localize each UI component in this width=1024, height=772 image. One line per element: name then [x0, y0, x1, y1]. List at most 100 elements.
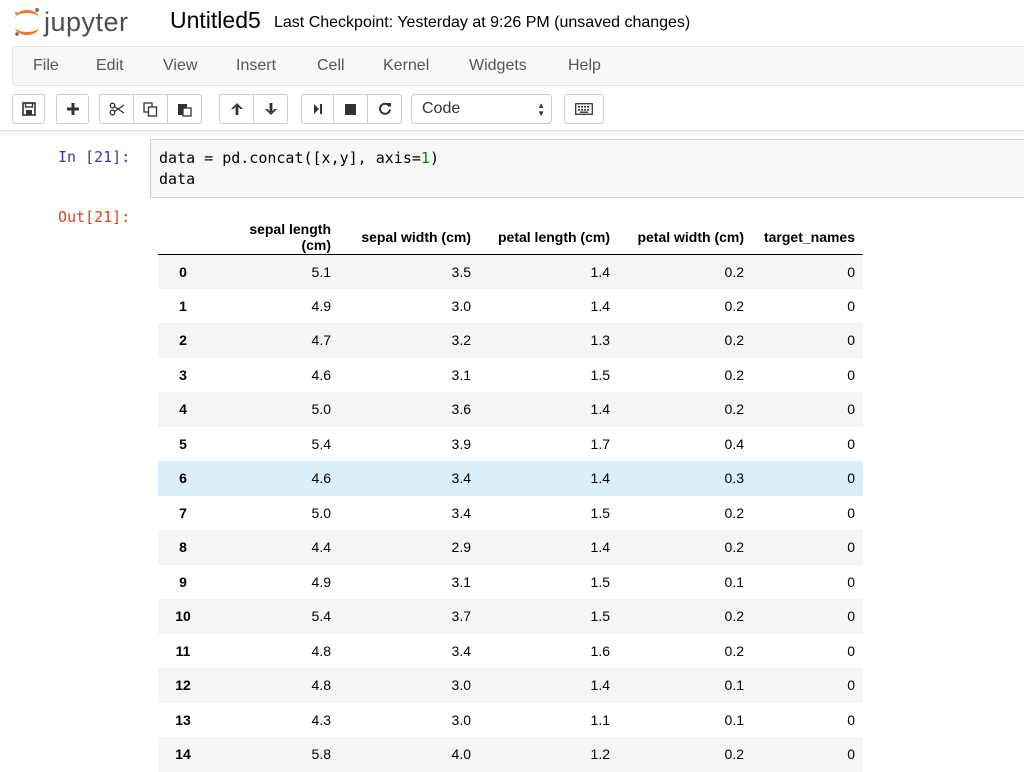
- table-cell: 3.7: [451, 608, 471, 625]
- table-cell: 0.2: [724, 263, 744, 280]
- table-row: 4 5.0 3.6 1.4 0.2 0: [158, 392, 863, 427]
- scissors-icon: [109, 102, 124, 116]
- code-line-2: data: [159, 170, 196, 188]
- table-cell: 1.5: [590, 504, 610, 521]
- logo-text: jupyter: [44, 6, 129, 37]
- save-button[interactable]: [12, 94, 45, 124]
- table-cell: 3.1: [451, 366, 471, 383]
- table-cell: 5.4: [311, 608, 331, 625]
- table-cell: 3.4: [451, 642, 471, 659]
- table-cell: 4.9: [311, 297, 331, 314]
- table-cell: 0.2: [724, 642, 744, 659]
- table-cell: 0: [847, 504, 855, 521]
- table-row: 10 5.4 3.7 1.5 0.2 0: [158, 599, 863, 634]
- table-row: 0 5.1 3.5 1.4 0.2 0: [158, 254, 863, 289]
- code-text: data = pd.concat([x,y], axis=: [159, 149, 421, 167]
- restart-button[interactable]: [367, 94, 402, 124]
- table-cell: 0.1: [724, 573, 744, 590]
- menu-insert[interactable]: Insert: [236, 57, 276, 75]
- table-cell: 0: [847, 711, 855, 728]
- table-cell: 3.1: [451, 573, 471, 590]
- command-palette-button[interactable]: [564, 94, 604, 124]
- row-index: 12: [175, 677, 191, 694]
- table-cell: 3.0: [451, 677, 471, 694]
- move-up-button[interactable]: [219, 94, 254, 124]
- table-cell: 1.4: [590, 401, 610, 418]
- table-header: sepal length (cm) sepal width (cm) petal…: [158, 220, 863, 255]
- row-index: 1: [179, 297, 187, 314]
- table-row: 12 4.8 3.0 1.4 0.1 0: [158, 668, 863, 703]
- row-index: 14: [175, 746, 191, 763]
- table-cell: 0: [847, 366, 855, 383]
- table-cell: 5.4: [311, 435, 331, 452]
- table-cell: 3.9: [451, 435, 471, 452]
- table-cell: 1.5: [590, 573, 610, 590]
- table-cell: 1.7: [590, 435, 610, 452]
- table-cell: 1.4: [590, 539, 610, 556]
- arrow-down-icon: [264, 103, 277, 115]
- table-cell: 5.0: [311, 401, 331, 418]
- table-header-row: sepal length (cm) sepal width (cm) petal…: [158, 220, 863, 255]
- table-cell: 0: [847, 401, 855, 418]
- menu-widgets[interactable]: Widgets: [469, 57, 527, 75]
- menu-help[interactable]: Help: [568, 57, 601, 75]
- table-cell: 2.9: [451, 539, 471, 556]
- table-cell: 1.1: [590, 711, 610, 728]
- table-cell: 0: [847, 332, 855, 349]
- input-prompt: In [21]:: [58, 148, 131, 166]
- run-button[interactable]: [301, 94, 334, 124]
- column-header: sepal width (cm): [339, 220, 479, 255]
- table-row: 9 4.9 3.1 1.5 0.1 0: [158, 565, 863, 600]
- table-cell: 1.2: [590, 746, 610, 763]
- menu-cell[interactable]: Cell: [317, 57, 345, 75]
- table-cell: 4.4: [311, 539, 331, 556]
- menu-edit[interactable]: Edit: [96, 57, 124, 75]
- table-cell: 0.2: [724, 297, 744, 314]
- table-cell: 0: [847, 746, 855, 763]
- table-row: 11 4.8 3.4 1.6 0.2 0: [158, 634, 863, 669]
- table-cell: 3.5: [451, 263, 471, 280]
- keyboard-icon: [575, 103, 593, 115]
- table-cell: 4.6: [311, 470, 331, 487]
- column-header: target_names: [752, 220, 863, 255]
- code-input[interactable]: data = pd.concat([x,y], axis=1) data: [150, 139, 1024, 198]
- jupyter-logo-icon: [14, 8, 39, 36]
- copy-button[interactable]: [133, 94, 168, 124]
- menu-kernel[interactable]: Kernel: [383, 57, 429, 75]
- table-cell: 0: [847, 608, 855, 625]
- table-cell: 3.6: [451, 401, 471, 418]
- column-header-index: [158, 220, 208, 255]
- table-cell: 1.3: [590, 332, 610, 349]
- table-cell: 0: [847, 642, 855, 659]
- jupyter-logo[interactable]: jupyter: [12, 3, 129, 41]
- run-icon: [313, 104, 322, 114]
- copy-icon: [143, 101, 158, 117]
- header: jupyter Untitled5 Last Checkpoint: Yeste…: [0, 0, 1024, 44]
- cell-type-select[interactable]: Code ▲ ▼: [411, 94, 552, 124]
- menu-file[interactable]: File: [33, 57, 59, 75]
- move-down-button[interactable]: [253, 94, 288, 124]
- code-number: 1: [420, 149, 430, 167]
- row-index: 3: [179, 366, 187, 383]
- table-row: 6 4.6 3.4 1.4 0.3 0: [158, 461, 863, 496]
- table-row: 13 4.3 3.0 1.1 0.1 0: [158, 703, 863, 738]
- arrow-up-icon: [230, 103, 243, 115]
- menu-view[interactable]: View: [163, 57, 197, 75]
- row-index: 7: [179, 504, 187, 521]
- paste-button[interactable]: [167, 94, 202, 124]
- restart-icon: [378, 102, 391, 115]
- table-cell: 0: [847, 435, 855, 452]
- table-cell: 0.2: [724, 608, 744, 625]
- interrupt-button[interactable]: [333, 94, 368, 124]
- column-header: petal width (cm): [618, 220, 752, 255]
- cut-button[interactable]: [99, 94, 134, 124]
- save-icon: [21, 102, 36, 116]
- dataframe-table: sepal length (cm) sepal width (cm) petal…: [158, 220, 863, 772]
- table-cell: 4.9: [311, 573, 331, 590]
- notebook-name[interactable]: Untitled5: [170, 7, 261, 33]
- table-cell: 4.0: [451, 746, 471, 763]
- table-cell: 0.2: [724, 746, 744, 763]
- insert-cell-button[interactable]: [56, 94, 89, 124]
- table-cell: 1.5: [590, 366, 610, 383]
- table-cell: 0.2: [724, 332, 744, 349]
